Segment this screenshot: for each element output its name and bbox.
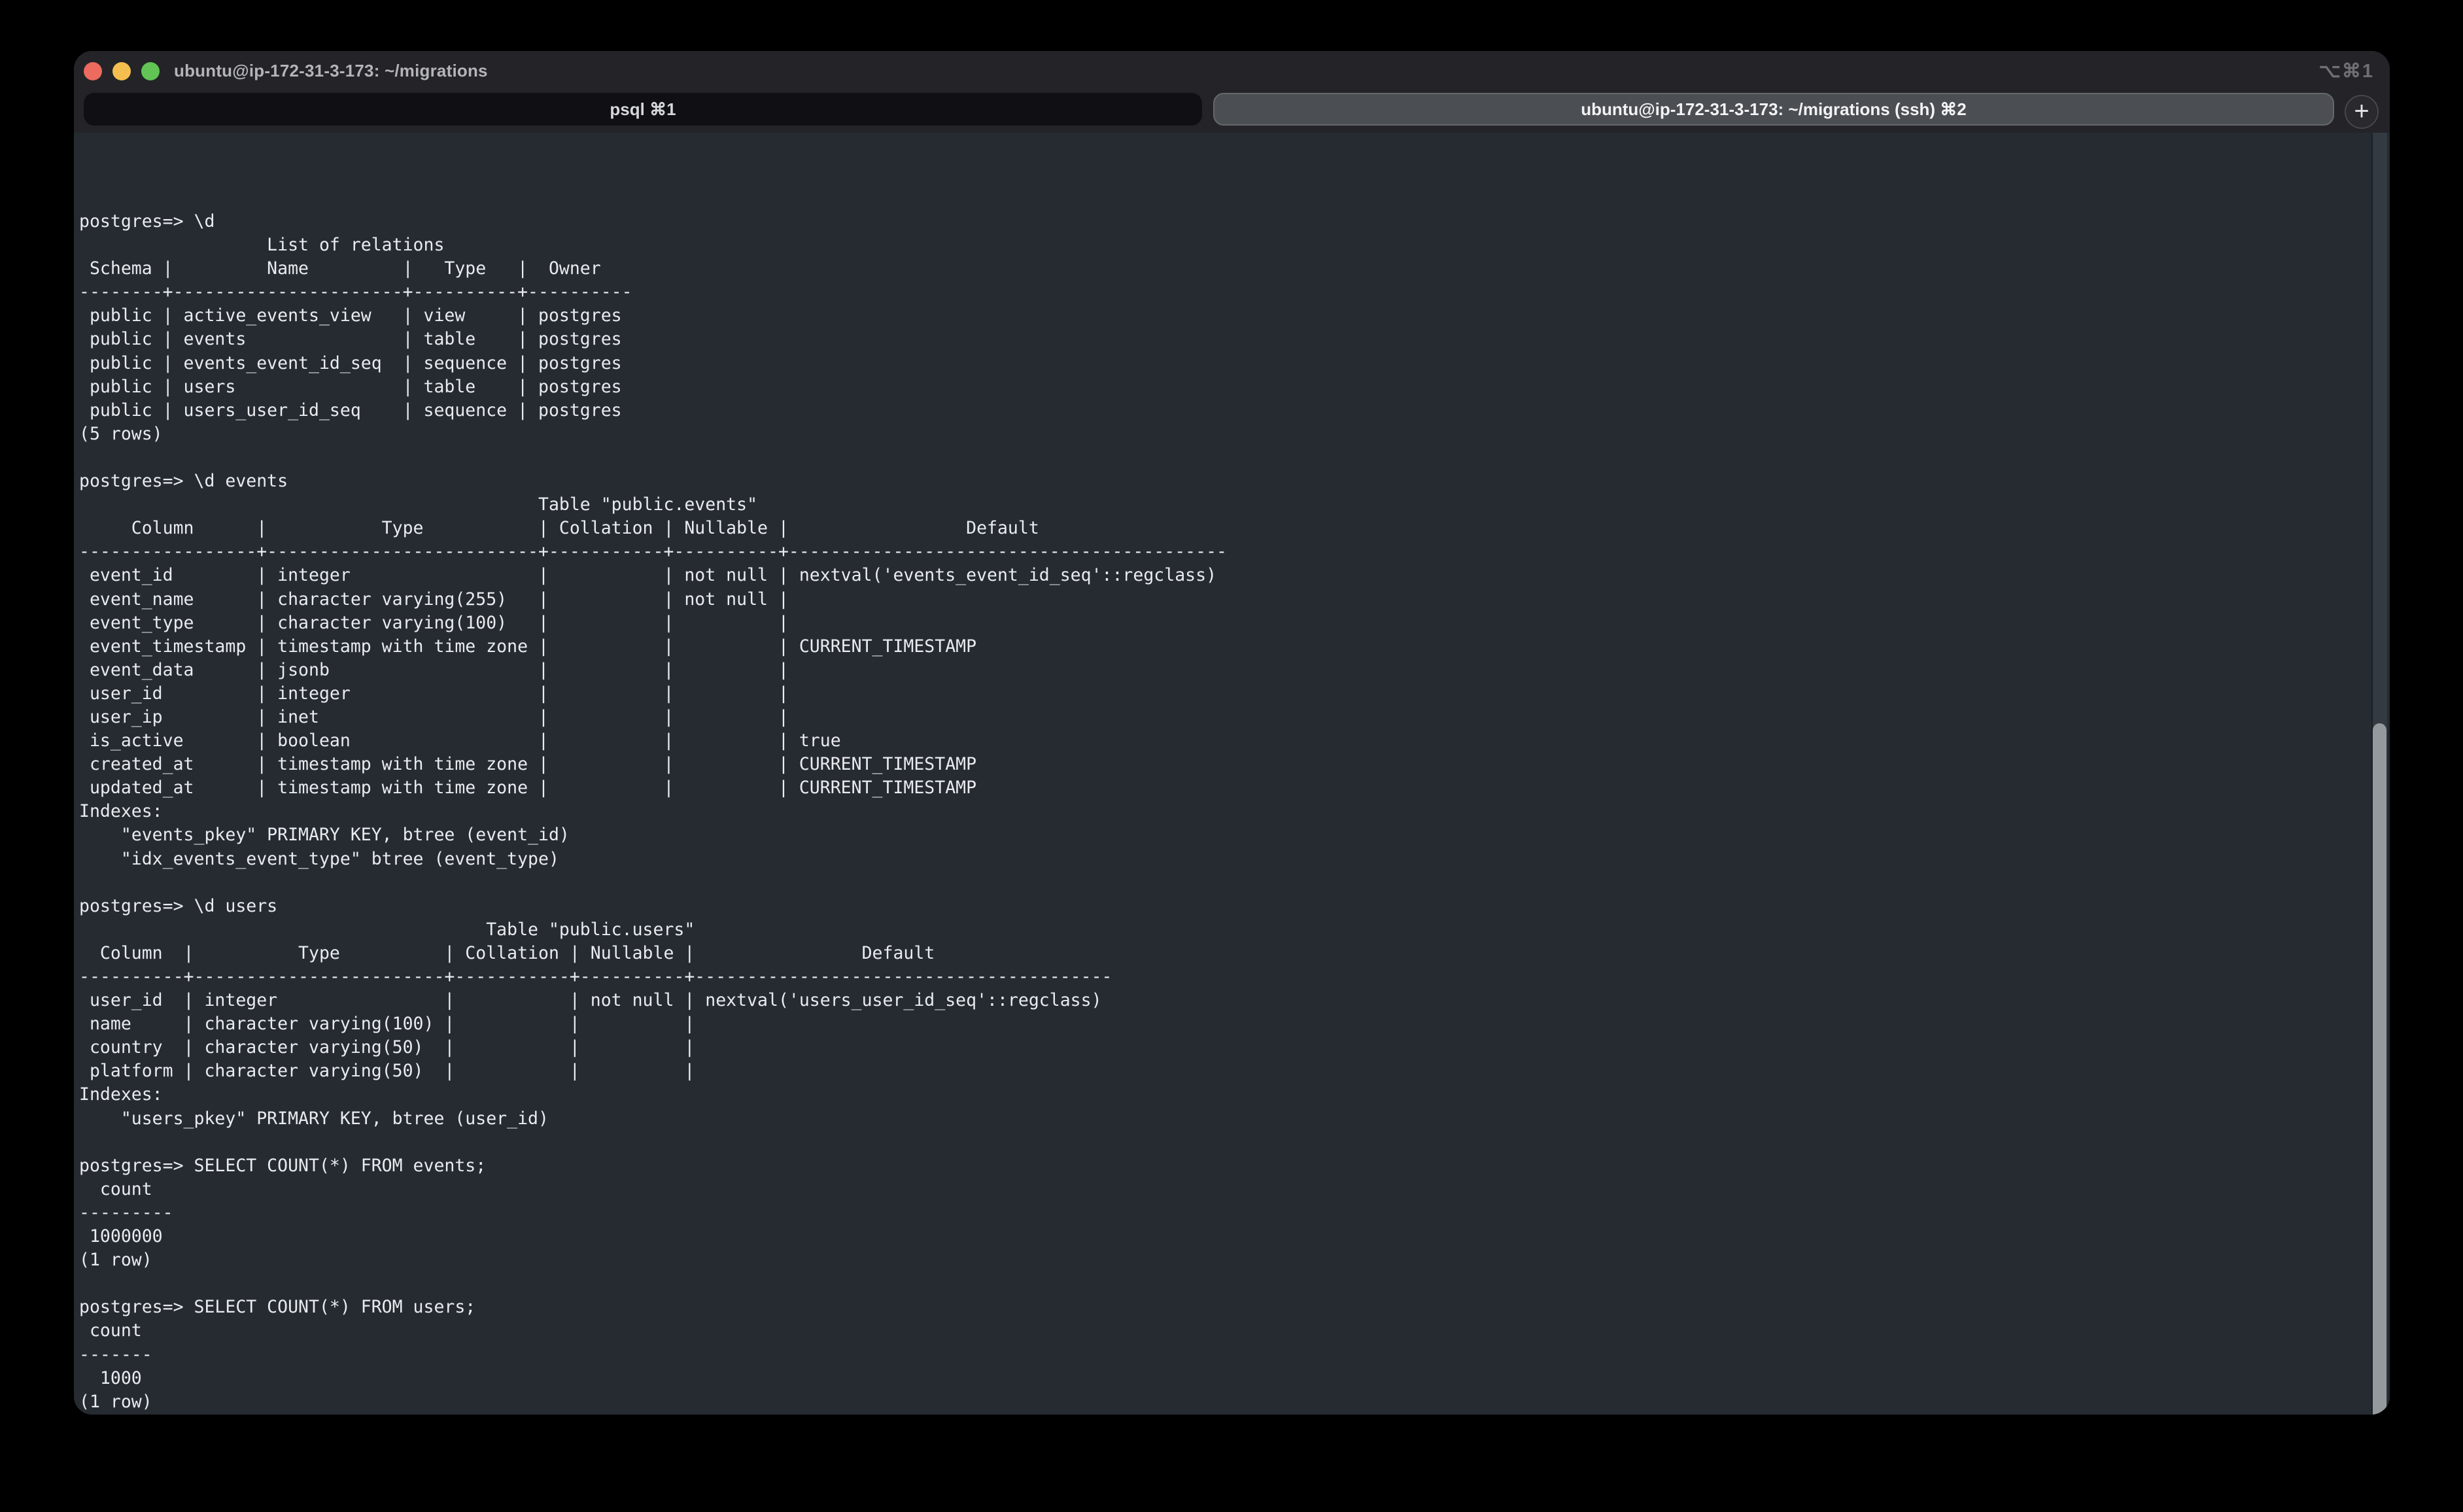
plus-icon: +: [2354, 98, 2369, 124]
terminal-scrollback: postgres=> \d List of relations Schema |…: [79, 211, 1227, 1412]
tab-psql[interactable]: psql ⌘1: [84, 93, 1202, 126]
traffic-lights: [84, 62, 160, 80]
tab-psql-label: psql ⌘1: [610, 99, 676, 120]
window-shortcut-hint: ⌥⌘1: [2318, 51, 2374, 91]
tab-ssh-label: ubuntu@ip-172-31-3-173: ~/migrations (ss…: [1581, 99, 1967, 120]
new-tab-button[interactable]: +: [2345, 95, 2379, 129]
terminal-content-area[interactable]: postgres=> \d List of relations Schema |…: [74, 133, 2390, 1415]
scrollbar-thumb[interactable]: [2373, 723, 2386, 1415]
terminal-output: postgres=> \d List of relations Schema |…: [79, 210, 1227, 1415]
traffic-light-minimize[interactable]: [112, 62, 131, 80]
window-title: ubuntu@ip-172-31-3-173: ~/migrations: [174, 61, 488, 81]
terminal-window: ubuntu@ip-172-31-3-173: ~/migrations ⌥⌘1…: [74, 51, 2390, 1415]
desktop-background: ubuntu@ip-172-31-3-173: ~/migrations ⌥⌘1…: [0, 0, 2463, 1512]
window-titlebar: ubuntu@ip-172-31-3-173: ~/migrations ⌥⌘1: [74, 51, 2390, 91]
tab-bar: psql ⌘1 ubuntu@ip-172-31-3-173: ~/migrat…: [74, 91, 2390, 133]
traffic-light-close[interactable]: [84, 62, 102, 80]
traffic-light-zoom[interactable]: [141, 62, 160, 80]
tab-ssh[interactable]: ubuntu@ip-172-31-3-173: ~/migrations (ss…: [1213, 93, 2334, 126]
